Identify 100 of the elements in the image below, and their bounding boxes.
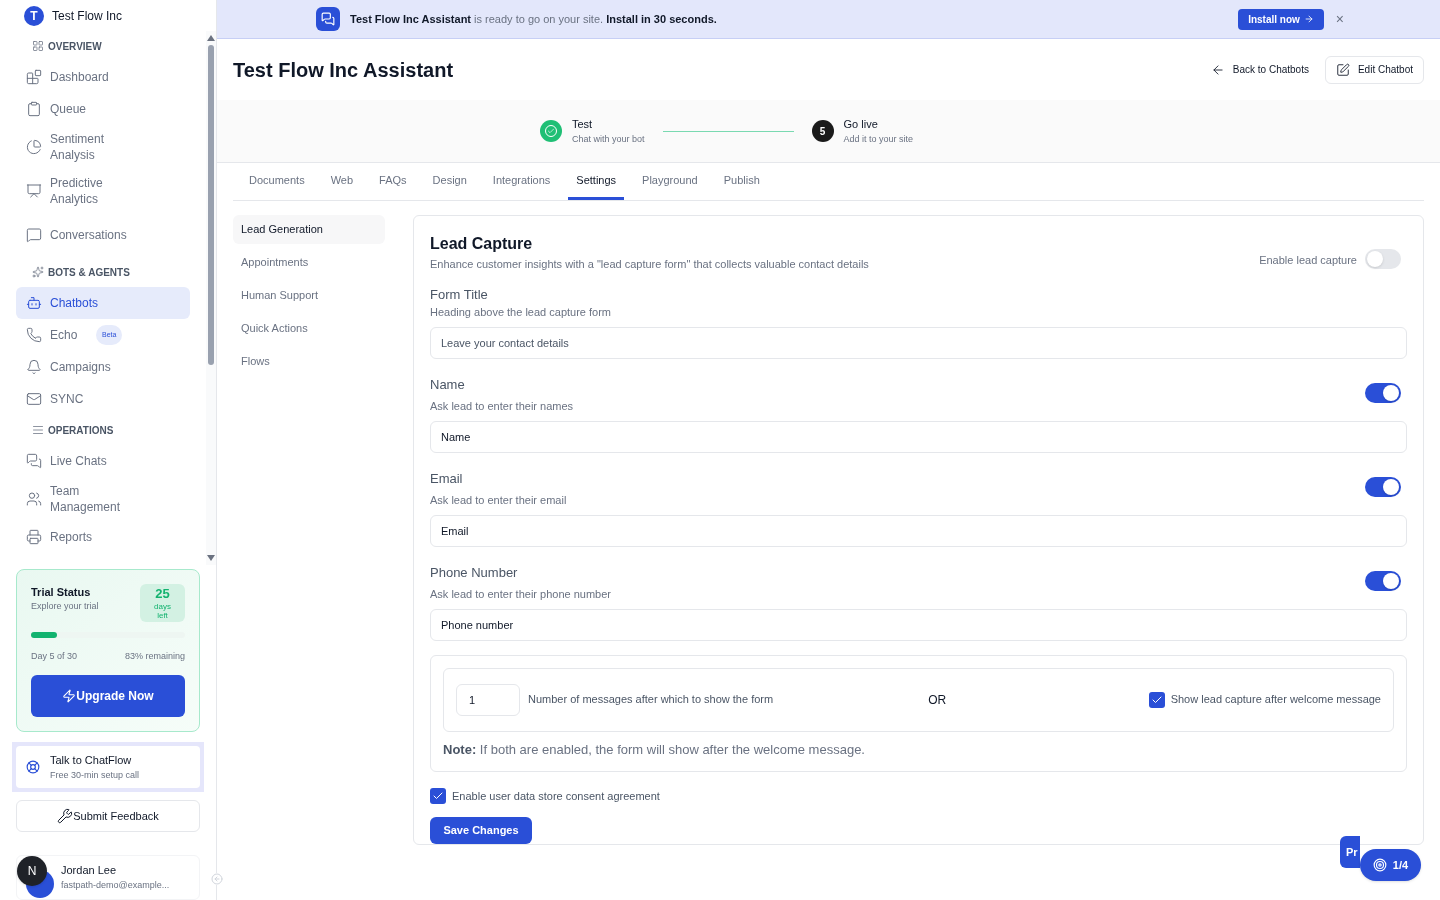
talk-title: Talk to ChatFlow [50,753,133,769]
section-heading: BOTS & AGENTS [48,265,130,280]
lightning-icon [62,689,77,704]
install-button[interactable]: Install now [1238,8,1324,30]
tab[interactable]: Playground [634,163,706,200]
user-avatar: N [17,855,47,886]
checkbox-label: Enable user data store consent agreement [452,789,660,804]
sidebar-item[interactable]: Team Management [16,477,190,522]
save-button[interactable]: Save Changes [430,816,532,844]
scroll-up-icon [207,35,215,42]
input-field[interactable]: Email [430,514,1407,547]
toggle-switch[interactable] [1365,382,1401,403]
arrow-left-icon [1210,62,1225,77]
tab[interactable]: FAQs [371,163,415,200]
field-hint: Ask lead to enter their phone number [430,587,612,602]
input-field[interactable]: Leave your contact details [430,326,1407,359]
sidebar-item[interactable]: Reports [16,521,190,554]
card-description: Enhance customer insights with a "lead capture form" that collects valuable contact details [430,257,870,272]
field-hint: Ask lead to enter their names [430,399,575,414]
settings-nav-item[interactable]: Lead Generation [233,215,385,244]
grid-icon [32,40,44,53]
trial-remaining: 83% remaining [124,649,185,663]
close-button[interactable]: × [1335,12,1344,26]
pie-chart-icon [26,139,42,156]
edit-icon [1335,62,1350,77]
toggle-switch[interactable] [1365,476,1401,497]
trial-day: Day 5 of 30 [31,649,78,664]
enable-label: Enable lead capture [1259,253,1357,268]
tab[interactable]: Design [424,163,475,200]
back-link[interactable]: Back to Chatbots [1210,62,1309,77]
banner-text: Test Flow Inc Assistant is ready to go on your site. Install in 30 seconds. [350,11,717,27]
list-icon [32,424,44,437]
step-subtitle: Chat with your bot [572,132,645,146]
days-left-badge: 25 days left [140,583,185,622]
message-count-field[interactable]: 1 [456,683,520,716]
tab[interactable]: Integrations [484,163,559,200]
field-label: Email [430,469,464,488]
sidebar-item[interactable]: Predictive Analytics [16,169,190,214]
user-email: fastpath-demo@example... [61,878,170,892]
users-icon [26,491,42,508]
settings-nav-item[interactable]: Appointments [233,248,385,277]
section-heading: OPERATIONS [48,423,114,438]
tab[interactable]: Web [322,163,362,200]
settings-nav-item[interactable]: Quick Actions [233,314,385,343]
tour-badge[interactable]: 1/4 [1360,849,1421,881]
upgrade-button[interactable]: Upgrade Now [31,675,185,718]
sidebar-item[interactable]: Conversations [16,213,190,258]
presentation-icon [26,183,42,200]
field-label: Form Title [430,285,489,304]
talk-card[interactable]: Talk to ChatFlow Free 30-min setup call [16,746,200,789]
trial-title: Trial Status [31,584,92,600]
sidebar-item[interactable]: Dashboard [16,61,190,94]
feedback-button[interactable]: Submit Feedback [16,800,200,832]
mail-icon [26,391,42,408]
page-title: Test Flow Inc Assistant [233,57,454,83]
bell-icon [26,359,42,376]
field-label: Name [430,375,466,394]
section-heading: OVERVIEW [48,39,102,54]
user-name: Jordan Lee [61,863,118,879]
step-number: 5 [811,120,834,142]
card-title: Lead Capture [430,234,534,254]
settings-nav-item[interactable]: Flows [233,347,385,376]
trial-subtitle: Explore your trial [31,600,99,614]
settings-nav-item[interactable]: Human Support [233,281,385,310]
field-hint: Heading above the lead capture form [430,305,612,320]
clipboard-icon [26,101,42,118]
robot-icon [26,295,42,312]
input-field[interactable]: Name [430,420,1407,453]
scroll-down-icon [207,554,215,561]
arrow-right-icon [1303,14,1314,24]
toggle-switch[interactable] [1365,570,1401,591]
tab[interactable]: Publish [715,163,768,200]
preview-button[interactable]: Pr [1340,836,1360,868]
target-icon [1372,858,1387,872]
chat-icon [321,12,335,26]
note-text: Note: If both are enabled, the form will show after the welcome message. [443,740,866,759]
checkbox[interactable] [1148,691,1165,708]
tab[interactable]: Settings [568,163,625,200]
sidebar-item[interactable]: Queue [16,93,190,126]
field-hint: Ask lead to enter their email [430,493,568,508]
sidebar-item[interactable]: SYNC [16,383,190,416]
talk-subtitle: Free 30-min setup call [50,768,140,782]
tab[interactable]: Documents [241,163,313,200]
step-subtitle: Add it to your site [843,132,914,146]
sidebar-item[interactable]: Chatbots [16,287,190,320]
step-title: Go live [843,117,879,132]
edit-button[interactable]: Edit Chatbot [1324,55,1424,84]
checkbox-label: Show lead capture after welcome message [1170,692,1381,708]
sidebar-item[interactable]: Campaigns [16,351,190,384]
input-field[interactable]: Phone number [430,608,1407,641]
lifebuoy-icon [26,760,40,775]
toggle-switch[interactable] [1365,248,1401,269]
step-title: Test [572,117,594,132]
field-label: Phone Number [430,563,519,582]
workspace-name: Test Flow Inc [52,7,123,25]
message-count-label: Number of messages after which to show the form [528,692,774,708]
user-card[interactable]: N Jordan Lee fastpath-demo@example... [16,854,200,900]
sidebar-item[interactable]: Live Chats [16,445,190,478]
checkbox[interactable] [430,788,446,805]
sidebar-item[interactable]: Sentiment Analysis [16,125,190,170]
